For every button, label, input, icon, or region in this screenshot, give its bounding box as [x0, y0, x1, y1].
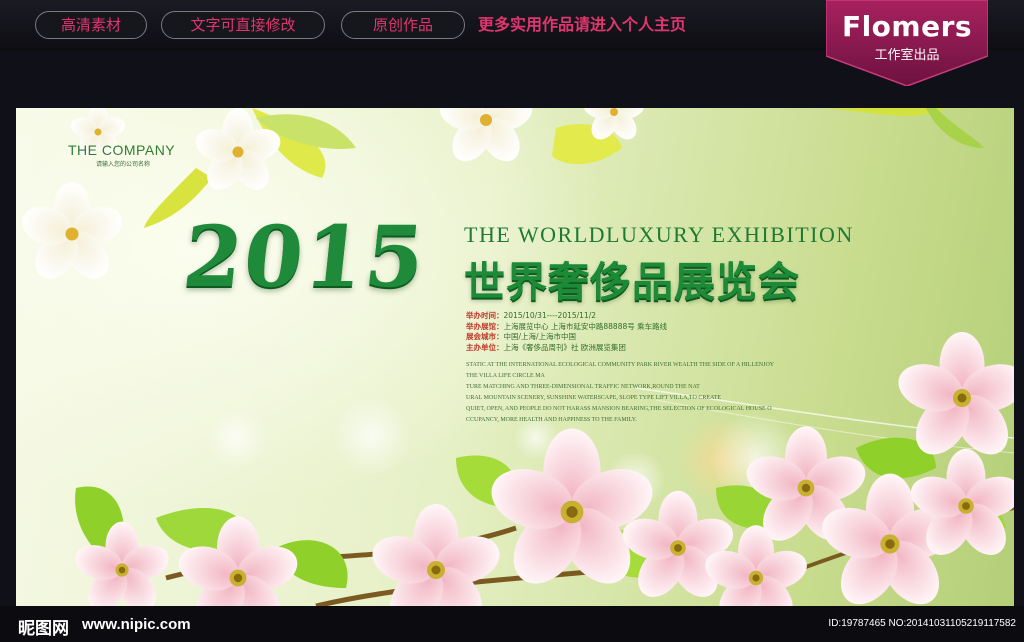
info-row-organizer: 主办单位：上海《奢侈品周刊》社 欧洲展览集团	[466, 342, 626, 352]
brand-subtitle: 工作室出品	[874, 48, 940, 63]
company-name: THE COMPANY	[68, 142, 176, 158]
event-info: 举办时间：2015/10/31----2015/11/2 举办展馆：上海展览中心…	[466, 311, 667, 353]
pill-editable-text[interactable]: 文字可直接修改	[161, 11, 325, 39]
desc-line: CCUPANCY, MORE HEALTH AND HAPPINESS TO T…	[466, 417, 637, 423]
description-text: STATIC AT THE INTERNATIONAL ECOLOGICAL C…	[466, 360, 846, 426]
info-row-venue: 举办展馆：上海展览中心 上海市延安中路88888号 乘车路线	[466, 321, 668, 331]
company-subtitle: 请输入您的公司名称	[96, 161, 151, 168]
image-id-line: ID:19787465 NO:20141031105219117582	[828, 618, 1016, 629]
chinese-title: 世界奢侈品展览会	[464, 258, 800, 306]
desc-line: QUIET, OPEN, AND PEOPLE DO NOT HARASS MA…	[466, 406, 772, 412]
desc-line: TURE MATCHING AND THREE-DIMENSIONAL TRAF…	[466, 384, 700, 390]
exhibition-poster: THE COMPANY 请输入您的公司名称 2015 THE WORLDLUXU…	[16, 108, 1014, 606]
watermark-footer: 昵图网 www.nipic.com ID:19787465 NO:2014103…	[0, 606, 1024, 642]
pill-original-work[interactable]: 原创作品	[341, 11, 465, 39]
pill-hd-material[interactable]: 高清素材	[35, 11, 147, 39]
english-title: THE WORLDLUXURY EXHIBITION	[464, 222, 854, 247]
brand-name: Flomers	[841, 10, 973, 43]
brand-badge: Flomers 工作室出品	[826, 0, 988, 86]
site-url[interactable]: www.nipic.com	[82, 616, 191, 633]
desc-line: URAL MOUNTAIN SCENERY, SUNSHINE WATERSCA…	[466, 395, 721, 401]
desc-line: STATIC AT THE INTERNATIONAL ECOLOGICAL C…	[466, 362, 775, 368]
desc-line: THE VILLA LIFE CIRCLE MA	[466, 373, 545, 379]
floral-background-illustration	[16, 108, 1014, 606]
info-row-city: 展会城市：中国/上海/上海市中国	[466, 332, 577, 341]
exhibition-year: 2015	[178, 207, 432, 306]
homepage-link[interactable]: 更多实用作品请进入个人主页	[478, 12, 686, 38]
site-logo-text: 昵图网	[18, 619, 69, 639]
top-banner: 高清素材 文字可直接修改 原创作品 更多实用作品请进入个人主页 Flomers …	[0, 0, 1024, 86]
info-row-time: 举办时间：2015/10/31----2015/11/2	[466, 311, 597, 320]
